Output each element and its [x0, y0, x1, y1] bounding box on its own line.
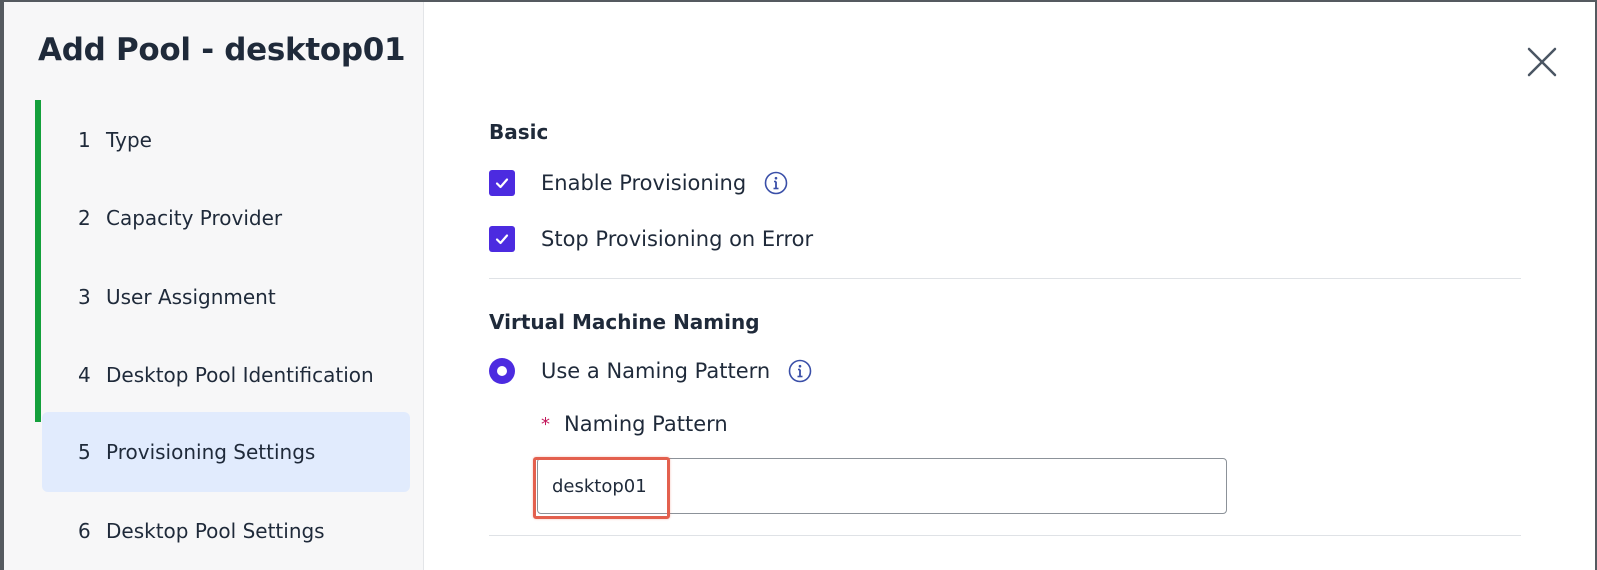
checkmark-icon: [495, 234, 509, 245]
step-provisioning-settings[interactable]: 5 Provisioning Settings: [42, 412, 410, 492]
wizard-sidebar: Add Pool - desktop01 1 Type 2 Capacity P…: [4, 2, 424, 570]
step-type[interactable]: 1 Type: [42, 100, 410, 180]
stop-on-error-label: Stop Provisioning on Error: [541, 227, 814, 251]
dialog-title: Add Pool - desktop01: [38, 32, 406, 68]
required-mark: *: [541, 413, 550, 435]
step-desktop-pool-identification[interactable]: 4 Desktop Pool Identification: [42, 335, 410, 415]
naming-pattern-label-row: * Naming Pattern: [541, 412, 728, 436]
step-label: Type: [106, 128, 152, 152]
use-naming-pattern-label: Use a Naming Pattern: [541, 359, 771, 383]
step-label: Provisioning Settings: [106, 440, 316, 464]
add-pool-dialog: Add Pool - desktop01 1 Type 2 Capacity P…: [4, 2, 1595, 570]
info-icon[interactable]: [788, 359, 812, 383]
step-label: Desktop Pool Settings: [106, 519, 325, 543]
enable-provisioning-checkbox[interactable]: [489, 170, 515, 196]
enable-provisioning-label: Enable Provisioning: [541, 171, 747, 195]
naming-pattern-input[interactable]: [537, 458, 1227, 514]
use-naming-pattern-row: Use a Naming Pattern: [489, 358, 812, 384]
step-label: Capacity Provider: [106, 206, 283, 230]
step-number: 4: [78, 363, 91, 387]
basic-section-title: Basic: [489, 120, 549, 144]
naming-pattern-label: Naming Pattern: [564, 412, 728, 436]
step-number: 1: [78, 128, 91, 152]
section-divider: [489, 535, 1521, 536]
step-desktop-pool-settings[interactable]: 6 Desktop Pool Settings: [42, 491, 410, 570]
section-divider: [489, 278, 1521, 279]
radio-selected-dot: [497, 366, 507, 376]
vm-naming-section-title: Virtual Machine Naming: [489, 310, 760, 334]
checkmark-icon: [495, 178, 509, 189]
completed-steps-rail: [35, 100, 41, 422]
step-number: 2: [78, 206, 91, 230]
provisioning-settings-content: Basic Enable Provisioning Stop Provision…: [489, 2, 1549, 570]
step-label: Desktop Pool Identification: [106, 363, 374, 387]
step-number: 6: [78, 519, 91, 543]
step-number: 3: [78, 285, 91, 309]
stop-on-error-row: Stop Provisioning on Error: [489, 226, 813, 252]
use-naming-pattern-radio[interactable]: [489, 358, 515, 384]
step-capacity-provider[interactable]: 2 Capacity Provider: [42, 178, 410, 258]
stop-on-error-checkbox[interactable]: [489, 226, 515, 252]
step-number: 5: [78, 440, 91, 464]
info-icon[interactable]: [764, 171, 788, 195]
step-user-assignment[interactable]: 3 User Assignment: [42, 257, 410, 337]
step-label: User Assignment: [106, 285, 276, 309]
enable-provisioning-row: Enable Provisioning: [489, 170, 788, 196]
